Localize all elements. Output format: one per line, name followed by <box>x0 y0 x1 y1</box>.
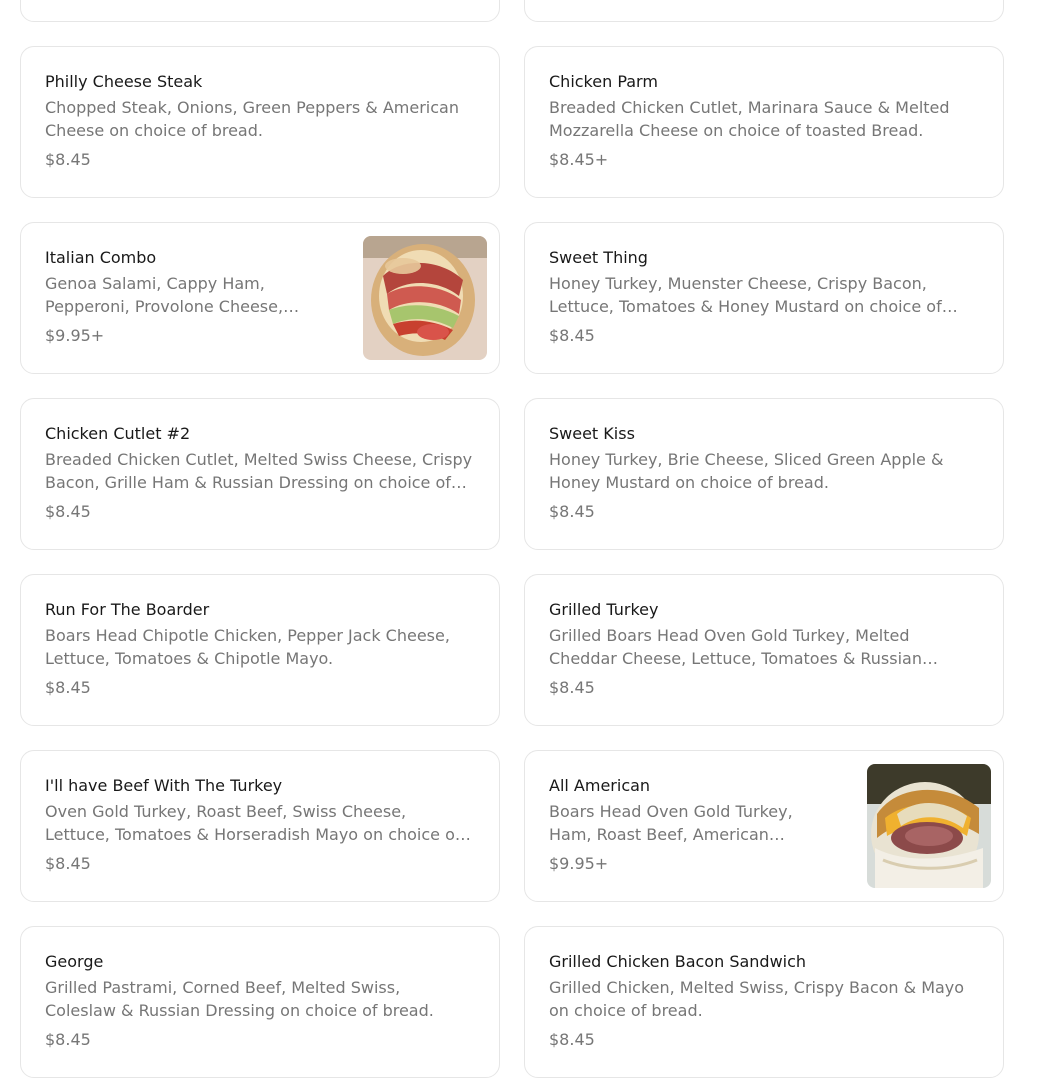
menu-item-description: Chopped Steak, Onions, Green Peppers & A… <box>45 98 459 140</box>
italian-combo-sandwich-photo[interactable] <box>363 236 487 360</box>
menu-item-description: Honey Turkey, Brie Cheese, Sliced Green … <box>549 450 944 492</box>
menu-item-description: Grilled Chicken, Melted Swiss, Crispy Ba… <box>549 978 965 1020</box>
menu-item-title: George <box>45 952 104 971</box>
menu-item-card-beef-with-the-turkey[interactable]: I'll have Beef With The Turkey Oven Gold… <box>20 750 500 902</box>
menu-item-card-philly-cheese-steak[interactable]: Philly Cheese Steak Chopped Steak, Onion… <box>20 46 500 198</box>
menu-item-title: Run For The Boarder <box>45 600 210 619</box>
all-american-sandwich-photo[interactable] <box>867 764 991 888</box>
menu-item-title: All American <box>549 776 651 795</box>
menu-item-title: Italian Combo <box>45 248 157 267</box>
menu-item-title: Sweet Kiss <box>549 424 635 443</box>
menu-item-description: Boars Head Oven Gold Turkey, Ham, Roast … <box>549 802 793 844</box>
menu-item-card-grilled-chicken-bacon-sandwich[interactable]: Grilled Chicken Bacon Sandwich Grilled C… <box>524 926 1004 1078</box>
menu-item-title: Philly Cheese Steak <box>45 72 203 91</box>
menu-item-grid: Philly Cheese Steak Chopped Steak, Onion… <box>20 0 1004 1078</box>
menu-item-price: $9.95+ <box>45 326 105 345</box>
menu-item-price: $8.45 <box>549 502 595 521</box>
menu-item-card-chicken-parm[interactable]: Chicken Parm Breaded Chicken Cutlet, Mar… <box>524 46 1004 198</box>
menu-item-card-grilled-turkey[interactable]: Grilled Turkey Grilled Boars Head Oven G… <box>524 574 1004 726</box>
menu-viewport: Philly Cheese Steak Chopped Steak, Onion… <box>0 0 1044 1081</box>
menu-item-description: Genoa Salami, Cappy Ham, Pepperoni, Prov… <box>45 274 284 316</box>
menu-item-price: $8.45 <box>45 502 91 521</box>
menu-item-description: Breaded Chicken Cutlet, Marinara Sauce &… <box>549 98 950 140</box>
menu-item-description: Boars Head Chipotle Chicken, Pepper Jack… <box>45 626 450 668</box>
menu-item-card-all-american[interactable]: All American Boars Head Oven Gold Turkey… <box>524 750 1004 902</box>
menu-item-card-sweet-thing[interactable]: Sweet Thing Honey Turkey, Muenster Chees… <box>524 222 1004 374</box>
menu-item-card[interactable] <box>524 0 1004 22</box>
menu-item-price: $8.45 <box>45 150 91 169</box>
menu-item-card-run-for-the-boarder[interactable]: Run For The Boarder Boars Head Chipotle … <box>20 574 500 726</box>
menu-item-price: $8.45 <box>45 854 91 873</box>
menu-item-price: $8.45+ <box>549 150 609 169</box>
menu-item-price: $8.45 <box>549 1030 595 1049</box>
menu-item-title: Sweet Thing <box>549 248 648 267</box>
menu-item-card-italian-combo[interactable]: Italian Combo Genoa Salami, Cappy Ham, P… <box>20 222 500 374</box>
menu-item-description: Grilled Boars Head Oven Gold Turkey, Mel… <box>549 626 922 668</box>
menu-item-price: $8.45 <box>549 326 595 345</box>
menu-item-title: Chicken Cutlet #2 <box>45 424 191 443</box>
menu-item-title: Chicken Parm <box>549 72 658 91</box>
menu-item-price: $8.45 <box>45 1030 91 1049</box>
menu-item-card[interactable] <box>20 0 500 22</box>
menu-item-price: $8.45 <box>549 678 595 697</box>
menu-item-title: Grilled Chicken Bacon Sandwich <box>549 952 807 971</box>
menu-item-price: $9.95+ <box>549 854 609 873</box>
menu-item-card-chicken-cutlet-2[interactable]: Chicken Cutlet #2 Breaded Chicken Cutlet… <box>20 398 500 550</box>
menu-item-description: Grilled Pastrami, Corned Beef, Melted Sw… <box>45 978 434 1020</box>
menu-item-card-george[interactable]: George Grilled Pastrami, Corned Beef, Me… <box>20 926 500 1078</box>
menu-item-title: I'll have Beef With The Turkey <box>45 776 283 795</box>
menu-item-description: Breaded Chicken Cutlet, Melted Swiss Che… <box>45 450 473 492</box>
menu-item-card-sweet-kiss[interactable]: Sweet Kiss Honey Turkey, Brie Cheese, Sl… <box>524 398 1004 550</box>
menu-item-description: Oven Gold Turkey, Roast Beef, Swiss Chee… <box>45 802 461 844</box>
menu-item-title: Grilled Turkey <box>549 600 659 619</box>
menu-item-price: $8.45 <box>45 678 91 697</box>
menu-item-description: Honey Turkey, Muenster Cheese, Crispy Ba… <box>549 274 942 316</box>
